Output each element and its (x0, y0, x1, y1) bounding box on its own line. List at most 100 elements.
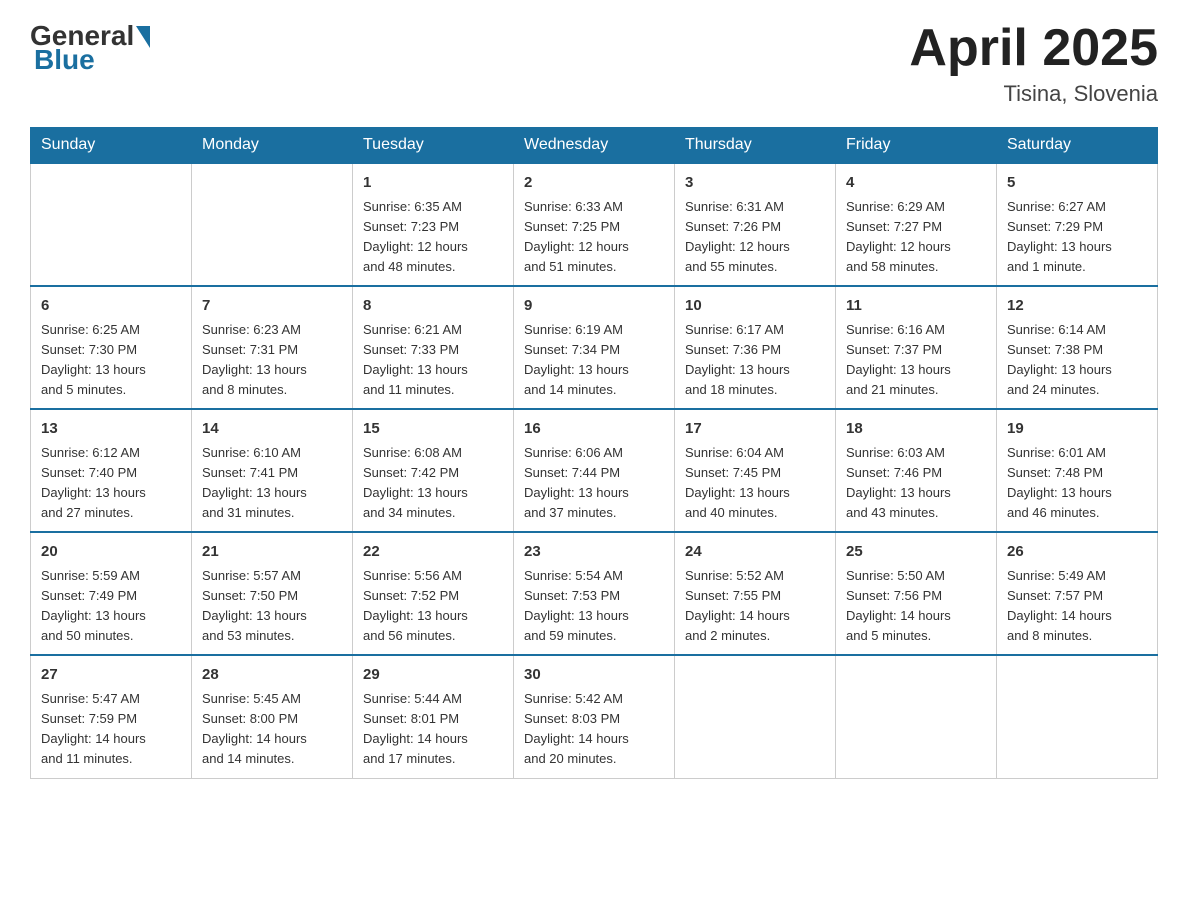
calendar-week-row: 6Sunrise: 6:25 AM Sunset: 7:30 PM Daylig… (31, 286, 1158, 409)
page-header: General Blue April 2025 Tisina, Slovenia (30, 20, 1158, 107)
calendar-day-13: 13Sunrise: 6:12 AM Sunset: 7:40 PM Dayli… (31, 409, 192, 532)
day-info: Sunrise: 6:14 AM Sunset: 7:38 PM Dayligh… (1007, 320, 1147, 401)
day-number: 28 (202, 664, 342, 687)
calendar-empty-cell (997, 655, 1158, 778)
calendar-day-24: 24Sunrise: 5:52 AM Sunset: 7:55 PM Dayli… (675, 532, 836, 655)
day-info: Sunrise: 5:59 AM Sunset: 7:49 PM Dayligh… (41, 566, 181, 647)
weekday-header-friday: Friday (836, 128, 997, 164)
calendar-day-17: 17Sunrise: 6:04 AM Sunset: 7:45 PM Dayli… (675, 409, 836, 532)
day-info: Sunrise: 5:44 AM Sunset: 8:01 PM Dayligh… (363, 689, 503, 770)
calendar-week-row: 1Sunrise: 6:35 AM Sunset: 7:23 PM Daylig… (31, 163, 1158, 286)
title-area: April 2025 Tisina, Slovenia (909, 20, 1158, 107)
day-info: Sunrise: 6:06 AM Sunset: 7:44 PM Dayligh… (524, 443, 664, 524)
day-info: Sunrise: 6:19 AM Sunset: 7:34 PM Dayligh… (524, 320, 664, 401)
calendar-day-23: 23Sunrise: 5:54 AM Sunset: 7:53 PM Dayli… (514, 532, 675, 655)
calendar-day-10: 10Sunrise: 6:17 AM Sunset: 7:36 PM Dayli… (675, 286, 836, 409)
day-number: 6 (41, 295, 181, 318)
day-number: 2 (524, 172, 664, 195)
calendar-day-26: 26Sunrise: 5:49 AM Sunset: 7:57 PM Dayli… (997, 532, 1158, 655)
calendar-day-1: 1Sunrise: 6:35 AM Sunset: 7:23 PM Daylig… (353, 163, 514, 286)
day-info: Sunrise: 5:50 AM Sunset: 7:56 PM Dayligh… (846, 566, 986, 647)
day-info: Sunrise: 6:29 AM Sunset: 7:27 PM Dayligh… (846, 197, 986, 278)
calendar-empty-cell (675, 655, 836, 778)
logo-blue-text: Blue (34, 44, 95, 76)
day-info: Sunrise: 6:17 AM Sunset: 7:36 PM Dayligh… (685, 320, 825, 401)
weekday-header-row: SundayMondayTuesdayWednesdayThursdayFrid… (31, 128, 1158, 164)
calendar-day-16: 16Sunrise: 6:06 AM Sunset: 7:44 PM Dayli… (514, 409, 675, 532)
day-number: 14 (202, 418, 342, 441)
day-number: 7 (202, 295, 342, 318)
day-info: Sunrise: 6:08 AM Sunset: 7:42 PM Dayligh… (363, 443, 503, 524)
day-number: 21 (202, 541, 342, 564)
day-info: Sunrise: 6:25 AM Sunset: 7:30 PM Dayligh… (41, 320, 181, 401)
day-number: 5 (1007, 172, 1147, 195)
calendar-day-8: 8Sunrise: 6:21 AM Sunset: 7:33 PM Daylig… (353, 286, 514, 409)
day-number: 13 (41, 418, 181, 441)
day-info: Sunrise: 5:45 AM Sunset: 8:00 PM Dayligh… (202, 689, 342, 770)
calendar-week-row: 13Sunrise: 6:12 AM Sunset: 7:40 PM Dayli… (31, 409, 1158, 532)
day-number: 8 (363, 295, 503, 318)
calendar-day-30: 30Sunrise: 5:42 AM Sunset: 8:03 PM Dayli… (514, 655, 675, 778)
day-info: Sunrise: 5:54 AM Sunset: 7:53 PM Dayligh… (524, 566, 664, 647)
calendar-day-20: 20Sunrise: 5:59 AM Sunset: 7:49 PM Dayli… (31, 532, 192, 655)
day-info: Sunrise: 6:10 AM Sunset: 7:41 PM Dayligh… (202, 443, 342, 524)
logo-triangle-icon (136, 26, 150, 48)
day-number: 29 (363, 664, 503, 687)
day-number: 11 (846, 295, 986, 318)
day-info: Sunrise: 5:57 AM Sunset: 7:50 PM Dayligh… (202, 566, 342, 647)
day-info: Sunrise: 6:33 AM Sunset: 7:25 PM Dayligh… (524, 197, 664, 278)
location-subtitle: Tisina, Slovenia (909, 81, 1158, 107)
day-info: Sunrise: 6:27 AM Sunset: 7:29 PM Dayligh… (1007, 197, 1147, 278)
day-number: 10 (685, 295, 825, 318)
calendar-day-15: 15Sunrise: 6:08 AM Sunset: 7:42 PM Dayli… (353, 409, 514, 532)
calendar-day-14: 14Sunrise: 6:10 AM Sunset: 7:41 PM Dayli… (192, 409, 353, 532)
day-info: Sunrise: 6:04 AM Sunset: 7:45 PM Dayligh… (685, 443, 825, 524)
day-number: 3 (685, 172, 825, 195)
calendar-day-11: 11Sunrise: 6:16 AM Sunset: 7:37 PM Dayli… (836, 286, 997, 409)
day-number: 4 (846, 172, 986, 195)
day-number: 25 (846, 541, 986, 564)
day-info: Sunrise: 5:49 AM Sunset: 7:57 PM Dayligh… (1007, 566, 1147, 647)
day-number: 26 (1007, 541, 1147, 564)
day-info: Sunrise: 6:35 AM Sunset: 7:23 PM Dayligh… (363, 197, 503, 278)
day-info: Sunrise: 6:01 AM Sunset: 7:48 PM Dayligh… (1007, 443, 1147, 524)
day-number: 22 (363, 541, 503, 564)
calendar-day-7: 7Sunrise: 6:23 AM Sunset: 7:31 PM Daylig… (192, 286, 353, 409)
calendar-day-5: 5Sunrise: 6:27 AM Sunset: 7:29 PM Daylig… (997, 163, 1158, 286)
day-number: 23 (524, 541, 664, 564)
calendar-day-21: 21Sunrise: 5:57 AM Sunset: 7:50 PM Dayli… (192, 532, 353, 655)
month-title: April 2025 (909, 20, 1158, 77)
day-number: 20 (41, 541, 181, 564)
calendar-day-19: 19Sunrise: 6:01 AM Sunset: 7:48 PM Dayli… (997, 409, 1158, 532)
calendar-week-row: 27Sunrise: 5:47 AM Sunset: 7:59 PM Dayli… (31, 655, 1158, 778)
day-number: 12 (1007, 295, 1147, 318)
day-number: 16 (524, 418, 664, 441)
day-number: 24 (685, 541, 825, 564)
day-info: Sunrise: 6:31 AM Sunset: 7:26 PM Dayligh… (685, 197, 825, 278)
day-info: Sunrise: 5:47 AM Sunset: 7:59 PM Dayligh… (41, 689, 181, 770)
day-number: 9 (524, 295, 664, 318)
day-info: Sunrise: 6:16 AM Sunset: 7:37 PM Dayligh… (846, 320, 986, 401)
day-info: Sunrise: 6:03 AM Sunset: 7:46 PM Dayligh… (846, 443, 986, 524)
day-info: Sunrise: 5:52 AM Sunset: 7:55 PM Dayligh… (685, 566, 825, 647)
calendar-table: SundayMondayTuesdayWednesdayThursdayFrid… (30, 127, 1158, 778)
day-number: 19 (1007, 418, 1147, 441)
calendar-empty-cell (31, 163, 192, 286)
calendar-day-29: 29Sunrise: 5:44 AM Sunset: 8:01 PM Dayli… (353, 655, 514, 778)
weekday-header-wednesday: Wednesday (514, 128, 675, 164)
day-number: 1 (363, 172, 503, 195)
calendar-empty-cell (836, 655, 997, 778)
calendar-day-25: 25Sunrise: 5:50 AM Sunset: 7:56 PM Dayli… (836, 532, 997, 655)
weekday-header-thursday: Thursday (675, 128, 836, 164)
weekday-header-monday: Monday (192, 128, 353, 164)
calendar-day-2: 2Sunrise: 6:33 AM Sunset: 7:25 PM Daylig… (514, 163, 675, 286)
day-number: 15 (363, 418, 503, 441)
calendar-day-6: 6Sunrise: 6:25 AM Sunset: 7:30 PM Daylig… (31, 286, 192, 409)
day-info: Sunrise: 5:56 AM Sunset: 7:52 PM Dayligh… (363, 566, 503, 647)
day-info: Sunrise: 6:23 AM Sunset: 7:31 PM Dayligh… (202, 320, 342, 401)
calendar-day-3: 3Sunrise: 6:31 AM Sunset: 7:26 PM Daylig… (675, 163, 836, 286)
calendar-day-22: 22Sunrise: 5:56 AM Sunset: 7:52 PM Dayli… (353, 532, 514, 655)
calendar-week-row: 20Sunrise: 5:59 AM Sunset: 7:49 PM Dayli… (31, 532, 1158, 655)
weekday-header-sunday: Sunday (31, 128, 192, 164)
weekday-header-tuesday: Tuesday (353, 128, 514, 164)
